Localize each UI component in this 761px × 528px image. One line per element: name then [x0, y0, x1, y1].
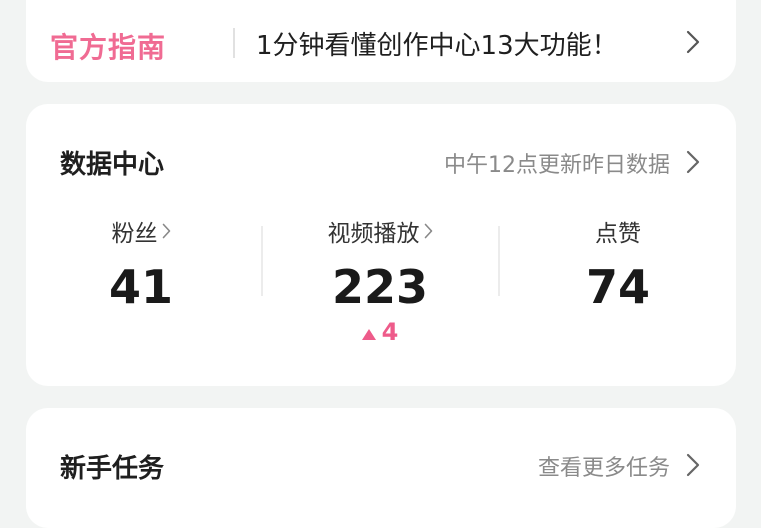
likes-label: 点赞: [595, 221, 641, 247]
video-plays-count: 223: [331, 260, 429, 314]
chevron-right-icon: [162, 223, 171, 239]
stat-likes[interactable]: 点赞 74: [508, 214, 728, 314]
stat-followers[interactable]: 粉丝 41: [31, 214, 251, 314]
data-center-card: 数据中心 中午12点更新昨日数据 粉丝 41 视频播放 223 4 点赞 74: [26, 104, 736, 386]
followers-count: 41: [108, 260, 173, 314]
guide-headline[interactable]: 1分钟看懂创作中心13大功能！: [256, 25, 618, 62]
tasks-title: 新手任务: [60, 454, 165, 484]
stat-label: 视频播放: [328, 214, 433, 248]
video-plays-delta-value: 4: [381, 318, 399, 346]
chevron-right-icon: [424, 223, 433, 239]
chevron-right-icon[interactable]: [686, 30, 700, 54]
likes-count: 74: [585, 260, 650, 314]
official-guide-card[interactable]: 官方指南 1分钟看懂创作中心13大功能！: [26, 0, 736, 82]
stat-label: 粉丝: [112, 214, 171, 248]
official-guide-badge: 官方指南: [50, 31, 167, 64]
chevron-right-icon[interactable]: [686, 150, 700, 174]
chevron-right-icon[interactable]: [686, 453, 700, 477]
video-plays-delta: 4: [361, 318, 399, 346]
video-plays-label: 视频播放: [327, 221, 420, 247]
newbie-tasks-card: 新手任务 查看更多任务: [26, 408, 736, 528]
guide-divider: [233, 28, 235, 58]
data-center-title: 数据中心: [60, 150, 165, 180]
stat-video-plays[interactable]: 视频播放 223 4: [270, 214, 490, 346]
data-update-note[interactable]: 中午12点更新昨日数据: [444, 147, 670, 179]
stat-divider: [261, 226, 263, 296]
followers-label: 粉丝: [111, 221, 158, 247]
triangle-up-icon: [361, 318, 376, 346]
stat-label: 点赞: [595, 214, 641, 248]
more-tasks-link[interactable]: 查看更多任务: [538, 450, 670, 482]
stat-divider: [498, 226, 500, 296]
